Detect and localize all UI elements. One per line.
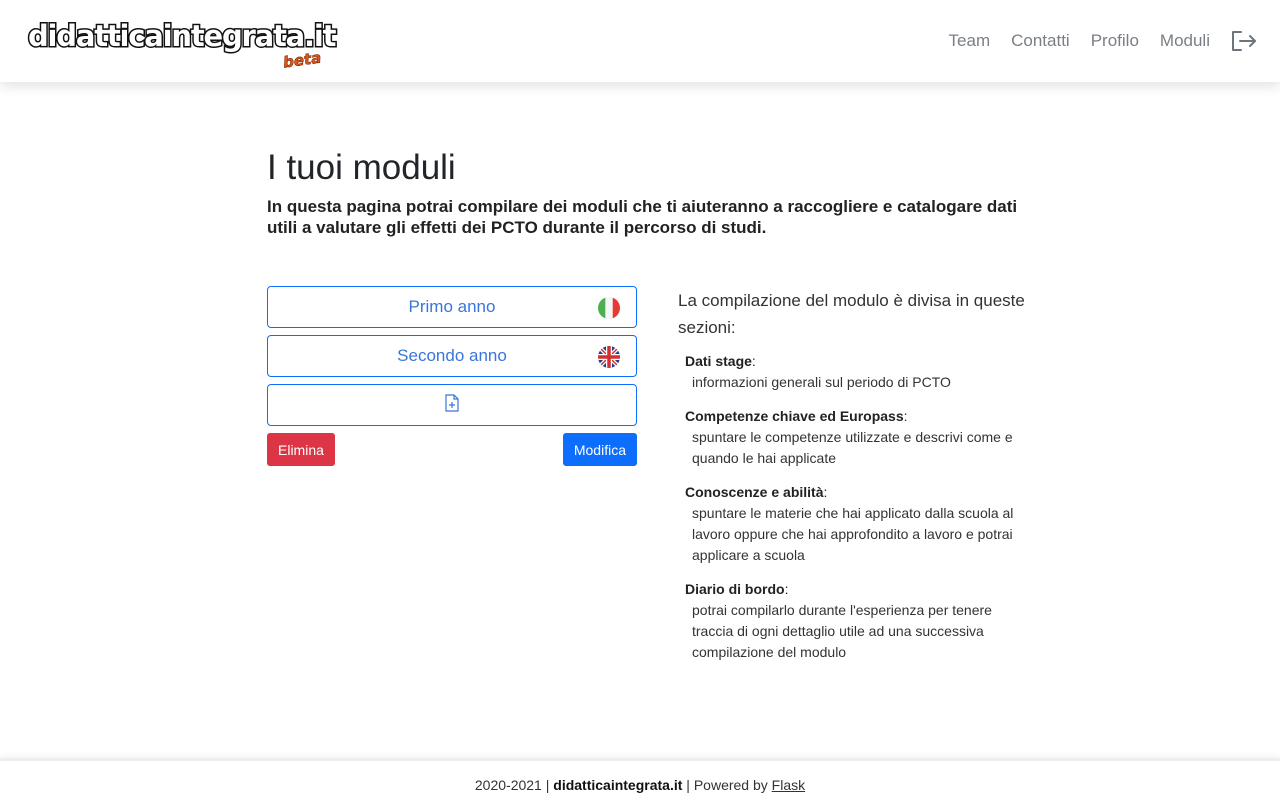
module-actions: Elimina Modifica (267, 433, 637, 466)
nav-link-contatti[interactable]: Contatti (1011, 31, 1070, 51)
section-item: Diario di bordo: potrai compilarlo duran… (685, 579, 1028, 663)
section-item: Dati stage: informazioni generali sul pe… (685, 351, 1028, 393)
sections-info: La compilazione del modulo è divisa in q… (678, 287, 1028, 663)
nav-link-moduli[interactable]: Moduli (1160, 31, 1210, 51)
edit-button[interactable]: Modifica (562, 433, 637, 466)
section-desc: spuntare le materie che hai applicato da… (692, 505, 1014, 563)
section-item: Competenze chiave ed Europass: spuntare … (685, 406, 1028, 469)
brand-beta-tag: beta (281, 48, 323, 72)
navbar: didatticaintegrata.it beta Team Contatti… (0, 0, 1280, 82)
page-title: I tuoi moduli (267, 148, 456, 187)
section-title: Diario di bordo (685, 581, 785, 597)
footer-flask-link[interactable]: Flask (772, 777, 805, 793)
italy-flag-icon (598, 297, 620, 319)
delete-button[interactable]: Elimina (267, 433, 335, 466)
footer-site: didatticaintegrata.it (553, 777, 683, 793)
section-title: Conoscenze e abilità (685, 484, 824, 500)
modules-panel: Primo anno Secondo anno Elimina Modifica (267, 286, 637, 466)
brand-name: didatticaintegrata.it (26, 18, 337, 55)
footer-powered: Powered by (693, 777, 768, 793)
file-plus-icon (445, 393, 459, 417)
sections-intro: La compilazione del modulo è divisa in q… (678, 291, 1025, 337)
page-lead: In questa pagina potrai compilare dei mo… (267, 197, 1018, 237)
nav-link-profilo[interactable]: Profilo (1091, 31, 1139, 51)
section-desc: potrai compilarlo durante l'esperienza p… (692, 602, 992, 660)
module-label: Primo anno (408, 297, 496, 316)
nav-links: Team Contatti Profilo Moduli (928, 29, 1258, 53)
section-item: Conoscenze e abilità: spuntare le materi… (685, 482, 1028, 566)
logout-icon[interactable] (1230, 29, 1258, 53)
uk-flag-icon (598, 346, 620, 368)
page-header: I tuoi moduli In questa pagina potrai co… (267, 148, 1027, 238)
module-button-primo-anno[interactable]: Primo anno (267, 286, 637, 328)
module-button-secondo-anno[interactable]: Secondo anno (267, 335, 637, 377)
module-label: Secondo anno (397, 346, 507, 365)
section-desc: spuntare le competenze utilizzate e desc… (692, 429, 1013, 466)
section-desc: informazioni generali sul periodo di PCT… (692, 374, 951, 390)
brand-logo[interactable]: didatticaintegrata.it beta (26, 11, 338, 72)
footer-years: 2020-2021 (474, 777, 542, 793)
footer: 2020-2021 | didatticaintegrata.it | Powe… (0, 758, 1280, 809)
new-module-button[interactable] (267, 384, 637, 426)
section-title: Competenze chiave ed Europass (685, 408, 904, 424)
nav-link-team[interactable]: Team (949, 31, 991, 51)
section-title: Dati stage (685, 353, 752, 369)
